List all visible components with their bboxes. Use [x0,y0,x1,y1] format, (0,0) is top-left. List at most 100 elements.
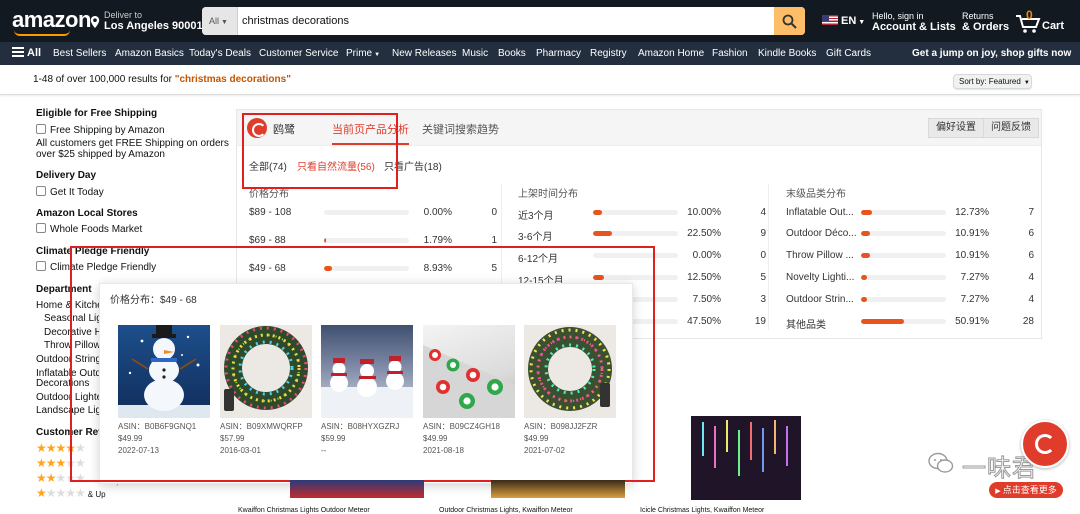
distribution-percent: 10.91% [955,228,989,239]
distribution-row[interactable]: $69 - 88 1.79% 1 [249,235,501,247]
subnav-item-music[interactable]: Music [462,48,488,59]
sort-dropdown[interactable]: Sort by: Featured ▼ [953,74,1032,89]
product-image[interactable] [118,325,210,418]
popup-product-card[interactable]: ASIN：B098JJ2FZR $49.99 2021-07-02 [524,325,616,457]
product-title[interactable]: Outdoor Christmas Lights, Kwaiffon Meteo… [439,507,573,514]
search-button[interactable] [774,7,805,35]
subnav-item-kindle-books[interactable]: Kindle Books [758,48,816,59]
subnav-item-customer-service[interactable]: Customer Service [259,48,338,59]
rating-2-filter[interactable]: ★★★★★& Up [36,472,121,486]
returns-orders[interactable]: Returns & Orders [962,11,1009,33]
product-asin: ASIN：B09XMWQRFP [220,422,303,431]
product-image[interactable] [290,480,424,498]
popup-product-card[interactable]: ASIN：B09XMWQRFP $57.99 2016-03-01 [220,325,312,457]
rating-4-filter[interactable]: ★★★★★ [36,442,86,454]
language-label: EN [841,15,857,27]
caret-down-icon: ▼ [374,52,381,58]
deliver-to[interactable]: Deliver to Los Angeles 90001 [90,10,203,32]
tab-keyword-trends[interactable]: 关键词搜索趋势 [422,121,499,137]
subnav-prime-label: Prime [346,48,373,59]
product-image[interactable] [423,325,515,418]
distribution-row[interactable]: Throw Pillow ... 10.91% 6 [786,250,1038,262]
top-nav: amazon Deliver to Los Angeles 90001 All ▼… [0,0,1080,42]
distribution-label: Outdoor Déco... [786,228,857,239]
distribution-count: 4 [760,207,766,218]
distribution-bar-track [593,275,678,280]
distribution-row[interactable]: Outdoor Strin... 7.27% 4 [786,294,1038,306]
light-wreath-icon [224,326,308,411]
subnav-item-amazon-home[interactable]: Amazon Home [638,48,704,59]
department-item[interactable]: Outdoor Lighte [36,392,102,404]
subnav-item-todays-deals[interactable]: Today's Deals [189,48,251,59]
subnav-item-fashion[interactable]: Fashion [712,48,748,59]
distribution-percent: 10.00% [687,207,721,218]
subnav-item-gift-cards[interactable]: Gift Cards [826,48,871,59]
product-image[interactable] [321,325,413,418]
popup-title: 价格分布：$49 - 68 [110,295,197,306]
product-image[interactable] [220,325,312,418]
subnav-item-pharmacy[interactable]: Pharmacy [536,48,581,59]
brand-logo-icon [247,118,267,138]
checkbox[interactable] [36,223,46,233]
filter-all[interactable]: 全部(74) [249,158,287,173]
account-lists[interactable]: Hello, sign in Account & Lists [872,11,956,33]
department-item[interactable]: Decorative H [44,327,102,339]
subnav-item-prime[interactable]: Prime ▼ [346,48,380,59]
popup-product-card[interactable]: ASIN：B0B6F9GNQ1 $49.99 2022-07-13 [118,325,210,457]
product-date: 2021-07-02 [524,446,565,455]
subnav-item-amazon-basics[interactable]: Amazon Basics [115,48,184,59]
distribution-percent: 12.50% [687,272,721,283]
search-input[interactable] [242,7,772,35]
tab-current-page-analysis[interactable]: 当前页产品分析 [332,121,409,145]
distribution-row[interactable]: 3-6个月 22.50% 9 [518,228,770,243]
product-image[interactable] [691,416,801,500]
popup-product-card[interactable]: ASIN：B08HYXGZRJ $59.99 -- [321,325,413,457]
rating-3-filter[interactable]: ★★★★★ [36,457,86,469]
search-category-dropdown[interactable]: All ▼ [202,7,238,35]
department-item[interactable]: Throw Pillow [44,340,101,352]
filter-organic[interactable]: 只看自然流量(56) [297,158,375,173]
product-image[interactable] [491,480,625,498]
all-menu-button[interactable]: All [12,47,41,60]
distribution-row[interactable]: 6-12个月 0.00% 0 [518,250,770,265]
get-it-today-filter[interactable]: Get It Today [36,186,104,199]
product-image[interactable] [524,325,616,418]
cart-label: Cart [1042,20,1065,32]
distribution-row[interactable]: Inflatable Out... 12.73% 7 [786,207,1038,219]
amazon-smile-icon [14,30,70,36]
preferences-button[interactable]: 偏好设置 [928,118,984,138]
distribution-row[interactable]: Novelty Lighti... 7.27% 4 [786,272,1038,284]
language-selector[interactable]: EN ▼ [822,15,865,27]
department-item[interactable]: Seasonal Ligh [44,313,107,325]
cart-button[interactable]: 0 Cart [1015,8,1075,36]
cart-count: 0 [1026,8,1033,22]
filter-ads[interactable]: 只看广告(18) [384,158,442,173]
checkbox[interactable] [36,124,46,134]
hamburger-icon [12,47,24,60]
product-title[interactable]: Kwaiffon Christmas Lights Outdoor Meteor [238,507,370,514]
whole-foods-filter[interactable]: Whole Foods Market [36,223,142,236]
department-item[interactable]: Outdoor String [36,354,101,366]
department-item[interactable]: Decorations [36,378,89,390]
free-shipping-filter[interactable]: Free Shipping by Amazon [36,124,165,137]
subnav-item-books[interactable]: Books [498,48,526,59]
distribution-row[interactable]: $89 - 108 0.00% 0 [249,207,501,219]
checkbox[interactable] [36,186,46,196]
subnav-item-registry[interactable]: Registry [590,48,627,59]
department-item[interactable]: Home & Kitche [36,300,103,312]
subnav-item-best-sellers[interactable]: Best Sellers [53,48,106,59]
climate-pledge-filter[interactable]: Climate Pledge Friendly [36,261,156,274]
subnav-item-new-releases[interactable]: New Releases [392,48,456,59]
distribution-row[interactable]: $49 - 68 8.93% 5 [249,263,501,275]
feedback-button[interactable]: 问题反馈 [983,118,1039,138]
distribution-row[interactable]: 近3个月 10.00% 4 [518,207,770,222]
rating-1-filter[interactable]: ★★★★★ & Up [36,487,106,501]
view-more-button[interactable]: ▶ 点击查看更多 [989,482,1063,498]
distribution-row[interactable]: Outdoor Déco... 10.91% 6 [786,228,1038,240]
popup-product-card[interactable]: ASIN：B09CZ4GH18 $49.99 2021-08-18 [423,325,515,457]
department-item[interactable]: Landscape Ligh [36,405,107,417]
product-title[interactable]: Icicle Christmas Lights, Kwaiffon Meteor [640,507,764,514]
subnav-promo-link[interactable]: Get a jump on joy, shop gifts now [912,48,1071,59]
distribution-row[interactable]: 其他品类 50.91% 28 [786,316,1038,331]
checkbox[interactable] [36,261,46,271]
